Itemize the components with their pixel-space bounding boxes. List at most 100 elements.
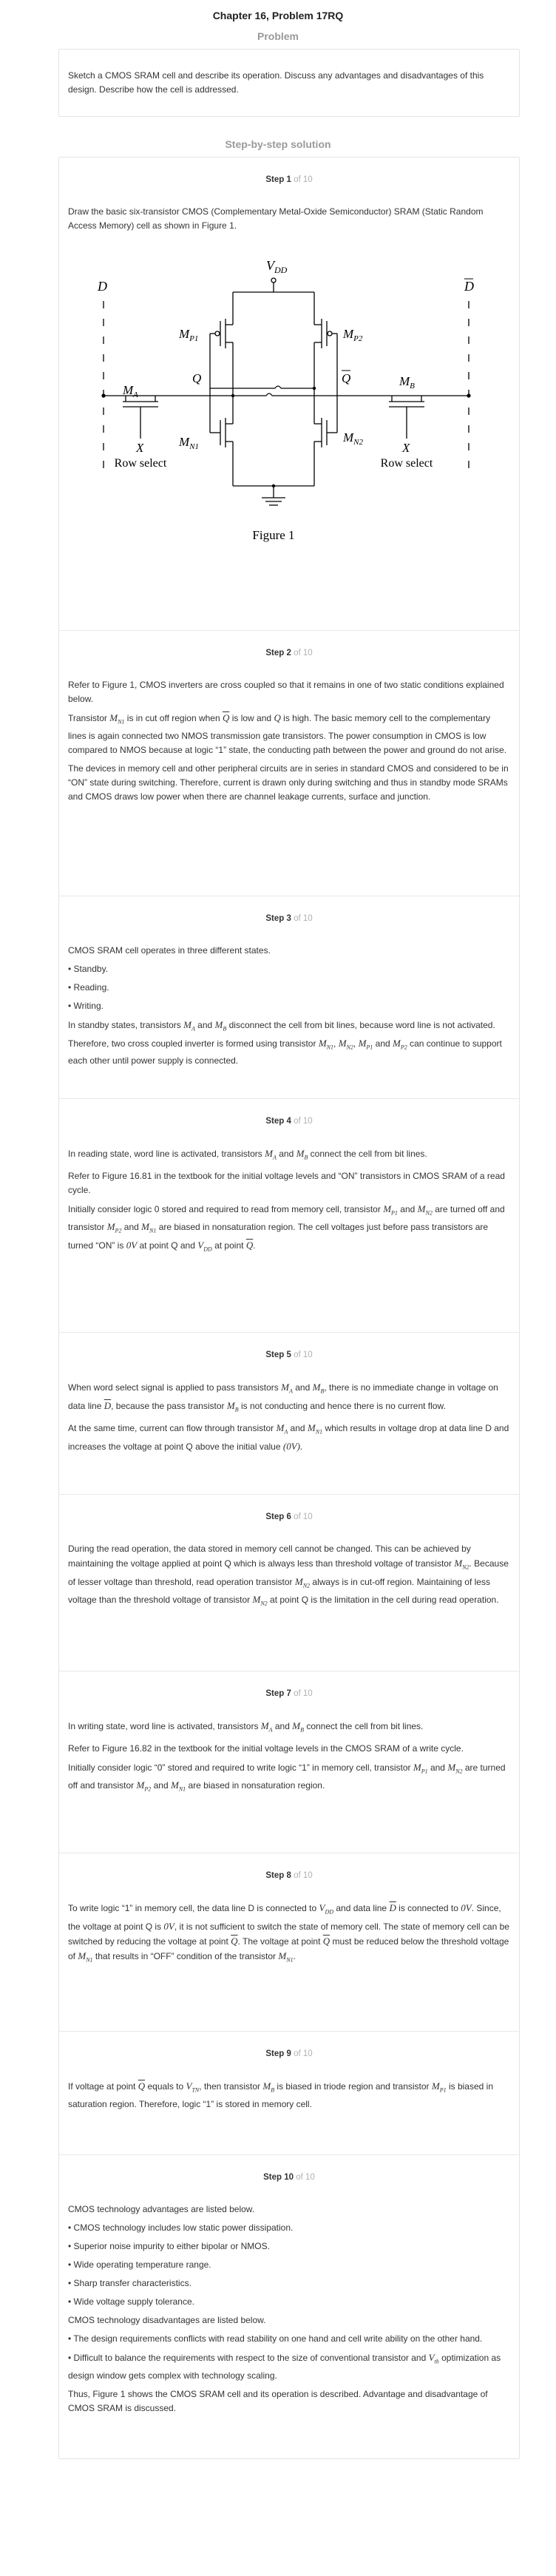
step-of: of 10 [296, 2173, 315, 2182]
mp2-label: MP2 [342, 327, 363, 343]
advantage-3: • Wide operating temperature range. [68, 2259, 211, 2270]
step-10-conclusion: Thus, Figure 1 shows the CMOS SRAM cell … [68, 2388, 488, 2413]
page: Chapter 16, Problem 17RQ Problem Sketch … [0, 0, 556, 2459]
step-5-text-1: When word select signal is applied to pa… [68, 1382, 498, 1413]
row-select-b: Row select [381, 457, 433, 470]
step-7: Step 7 of 10 In writing state, word line… [59, 1671, 519, 1853]
solution-container: Step 1 of 10 Draw the basic six-transist… [58, 157, 520, 2459]
step-10-body: CMOS technology advantages are listed be… [59, 2185, 519, 2435]
step-8-text-1: To write logic “1” in memory cell, the d… [68, 1902, 509, 1964]
step-4-text-1: In reading state, word line is activated… [68, 1148, 427, 1161]
step-8-header: Step 8 of 10 [59, 1853, 519, 1883]
step-2-text-1: Refer to Figure 1, CMOS inverters are cr… [68, 680, 504, 704]
step-3-text-2: In standby states, transistors MA and MB… [68, 1019, 502, 1066]
step-of: of 10 [294, 1350, 313, 1359]
step-7-header: Step 7 of 10 [59, 1671, 519, 1701]
step-of: of 10 [294, 649, 313, 657]
step-label: Step 2 [265, 649, 291, 657]
solution-heading: Step-by-step solution [225, 138, 331, 150]
bullet-reading: • Reading. [68, 982, 109, 993]
advantage-2: • Superior noise impurity to either bipo… [68, 2241, 270, 2251]
step-9: Step 9 of 10 If voltage at point Q equal… [59, 2032, 519, 2155]
problem-card: Sketch a CMOS SRAM cell and describe its… [58, 49, 520, 117]
advantage-5: • Wide voltage supply tolerance. [68, 2296, 194, 2307]
step-label: Step 10 [263, 2173, 294, 2182]
disadvantage-1: • The design requirements conflicts with… [68, 2333, 483, 2344]
row-select-a: Row select [115, 457, 167, 470]
q-label: Q [192, 371, 201, 385]
step-of: of 10 [294, 1689, 313, 1698]
problem-heading: Problem [257, 30, 299, 42]
step-4-header: Step 4 of 10 [59, 1099, 519, 1129]
step-1-text: Draw the basic six-transistor CMOS (Comp… [68, 206, 484, 231]
step-label: Step 1 [265, 175, 291, 184]
step-6: Step 6 of 10 During the read operation, … [59, 1495, 519, 1671]
step-label: Step 7 [265, 1689, 291, 1698]
advantage-1: • CMOS technology includes low static po… [68, 2222, 294, 2233]
step-1: Step 1 of 10 Draw the basic six-transist… [59, 158, 519, 631]
step-7-text-1: In writing state, word line is activated… [68, 1720, 424, 1734]
step-of: of 10 [294, 175, 313, 184]
step-label: Step 8 [265, 1871, 291, 1880]
step-8: Step 8 of 10 To write logic “1” in memor… [59, 1853, 519, 2032]
mp1-label: MP1 [178, 327, 198, 343]
step-4-body: In reading state, word line is activated… [59, 1129, 519, 1275]
step-9-text-1: If voltage at point Q equals to VTN, the… [68, 2080, 494, 2109]
step-of: of 10 [294, 1871, 313, 1880]
step-5-header: Step 5 of 10 [59, 1333, 519, 1362]
step-6-text-1: During the read operation, the data stor… [68, 1544, 509, 1607]
step-4-text-3: Initially consider logic 0 stored and re… [68, 1203, 505, 1253]
step-10-text-1: CMOS technology advantages are listed be… [68, 2204, 255, 2214]
step-9-body: If voltage at point Q equals to VTN, the… [59, 2061, 519, 2131]
step-7-text-3: Initially consider logic “0” stored and … [68, 1761, 506, 1793]
mb-label: MB [399, 374, 415, 391]
step-6-header: Step 6 of 10 [59, 1495, 519, 1524]
figure-caption: Figure 1 [252, 528, 294, 542]
step-2-header: Step 2 of 10 [59, 631, 519, 660]
step-9-header: Step 9 of 10 [59, 2032, 519, 2061]
step-2-body: Refer to Figure 1, CMOS inverters are cr… [59, 660, 519, 823]
step-label: Step 4 [265, 1117, 291, 1126]
sram-circuit-diagram: VDD D D MP1 MP2 MN1 MN2 MA MB Q Q X X Ro… [97, 258, 474, 542]
step-7-text-2: Refer to Figure 16.82 in the textbook fo… [68, 1742, 464, 1754]
ma-label: MA [122, 383, 138, 399]
step-4-text-2: Refer to Figure 16.81 in the textbook fo… [68, 1170, 505, 1195]
step-label: Step 9 [265, 2049, 291, 2058]
dbar-label: D [464, 279, 474, 294]
advantage-4: • Sharp transfer characteristics. [68, 2278, 191, 2288]
step-3-body: CMOS SRAM cell operates in three differe… [59, 926, 519, 1087]
step-3-header: Step 3 of 10 [59, 896, 519, 926]
d-label: D [97, 279, 107, 294]
problem-text: Sketch a CMOS SRAM cell and describe its… [68, 70, 484, 95]
qbar-label: Q [342, 371, 350, 385]
step-5-text-2: At the same time, current can flow throu… [68, 1422, 509, 1452]
step-of: of 10 [294, 1512, 313, 1521]
step-2: Step 2 of 10 Refer to Figure 1, CMOS inv… [59, 631, 519, 896]
chapter-title: Chapter 16, Problem 17RQ [212, 10, 344, 21]
step-10: Step 10 of 10 CMOS technology advantages… [59, 2155, 519, 2458]
step-3: Step 3 of 10 CMOS SRAM cell operates in … [59, 896, 519, 1099]
step-of: of 10 [294, 1117, 313, 1126]
step-6-body: During the read operation, the data stor… [59, 1524, 519, 1630]
step-7-body: In writing state, word line is activated… [59, 1701, 519, 1816]
step-2-text-2: Transistor MN1 is in cut off region when… [68, 712, 507, 755]
step-5-body: When word select signal is applied to pa… [59, 1362, 519, 1473]
x-label-b: X [401, 441, 410, 455]
step-1-header: Step 1 of 10 [59, 158, 519, 187]
step-label: Step 3 [265, 914, 291, 923]
step-5: Step 5 of 10 When word select signal is … [59, 1333, 519, 1495]
step-2-text-3: The devices in memory cell and other per… [68, 763, 509, 802]
bullet-standby: • Standby. [68, 964, 109, 974]
step-of: of 10 [294, 2049, 313, 2058]
mn1-label: MN1 [178, 435, 199, 451]
step-3-text-1: CMOS SRAM cell operates in three differe… [68, 945, 271, 956]
bullet-writing: • Writing. [68, 1001, 104, 1011]
mn2-label: MN2 [342, 430, 364, 447]
step-10-header: Step 10 of 10 [59, 2155, 519, 2185]
step-label: Step 6 [265, 1512, 291, 1521]
step-4: Step 4 of 10 In reading state, word line… [59, 1099, 519, 1333]
vdd-label: VDD [266, 258, 288, 275]
step-10-text-2: CMOS technology disadvantages are listed… [68, 2315, 266, 2325]
figure-1: VDD D D MP1 MP2 MN1 MN2 MA MB Q Q X X Ro… [68, 237, 510, 592]
x-label-a: X [135, 441, 144, 455]
